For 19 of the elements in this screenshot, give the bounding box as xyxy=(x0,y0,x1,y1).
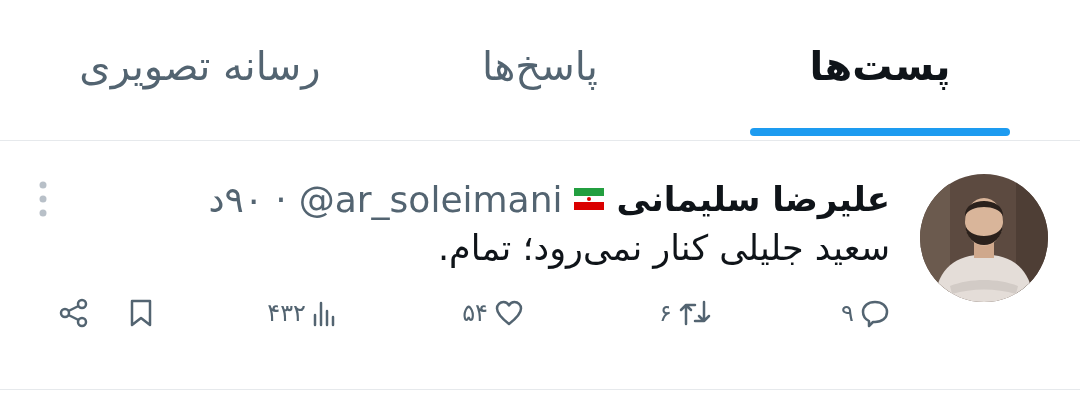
user-handle[interactable]: @ar_soleimani xyxy=(298,178,563,220)
heart-icon[interactable] xyxy=(494,299,524,327)
post-text: سعید جلیلی کنار نمی‌رود؛ تمام. xyxy=(436,228,890,268)
post-time[interactable]: ۹۰د xyxy=(208,178,264,220)
bar-chart-icon[interactable] xyxy=(312,299,336,327)
action-count: ۶ xyxy=(659,299,672,327)
share-icon[interactable] xyxy=(58,298,90,328)
repost-icon[interactable] xyxy=(678,298,712,328)
author-name[interactable]: علیرضا سلیمانی xyxy=(616,179,890,219)
tab[interactable]: پاسخ‌ها xyxy=(370,0,710,140)
action-count: ۹ xyxy=(841,299,854,327)
separator: · xyxy=(275,178,287,220)
tab[interactable]: رسانه تصویری xyxy=(30,0,370,140)
speech-bubble-icon[interactable] xyxy=(860,298,890,328)
flag-icon xyxy=(574,188,605,210)
action-count: ۴۳۲ xyxy=(267,299,306,327)
action-count: ۵۴ xyxy=(462,299,488,327)
tab[interactable]: پست‌ها xyxy=(710,0,1050,140)
bookmark-icon[interactable] xyxy=(129,298,153,328)
